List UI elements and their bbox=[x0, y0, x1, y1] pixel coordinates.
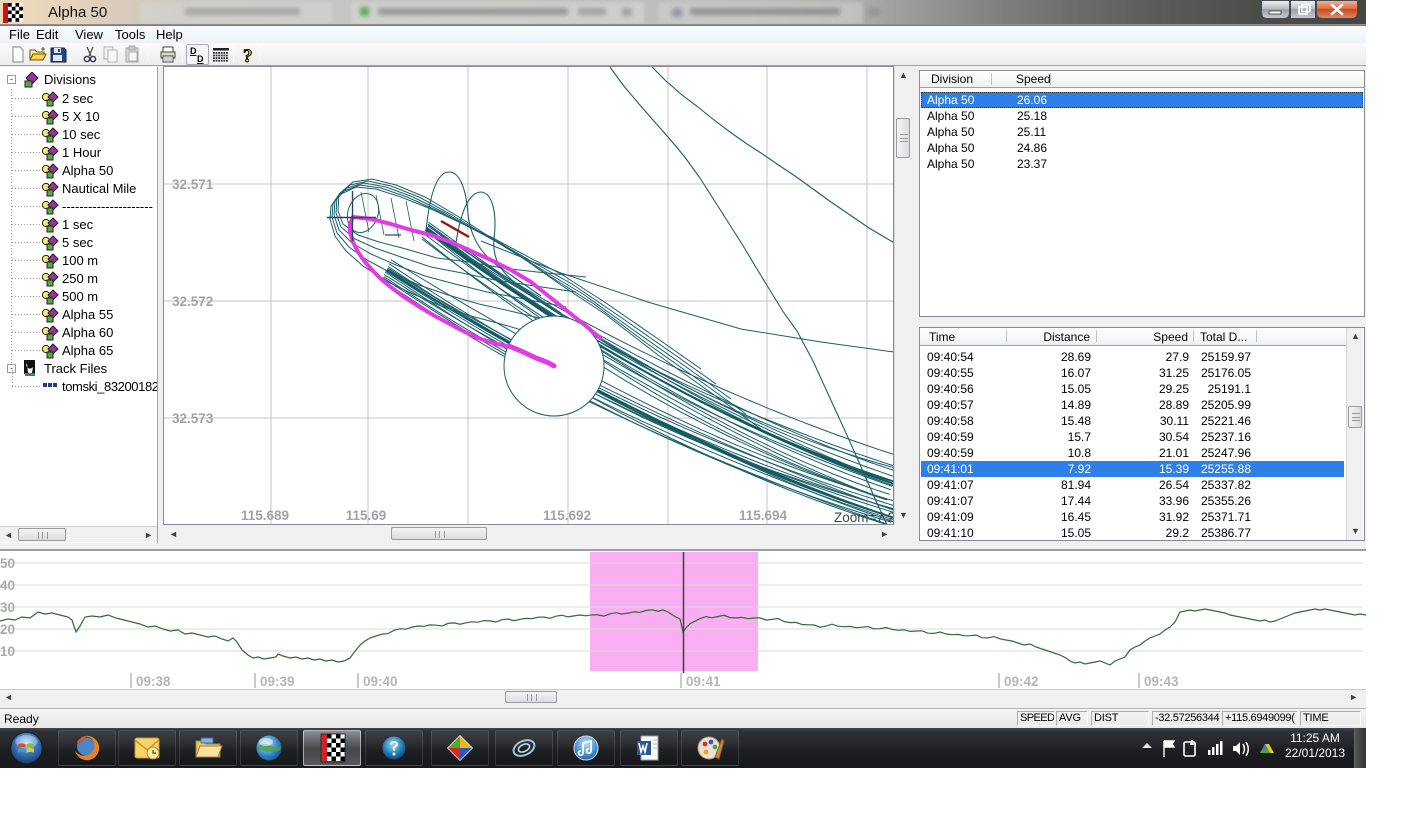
svg-text:09:42: 09:42 bbox=[1004, 674, 1039, 689]
svg-text:09:41: 09:41 bbox=[686, 674, 721, 689]
svg-text:09:40: 09:40 bbox=[363, 674, 398, 689]
svg-text:09:39: 09:39 bbox=[260, 674, 295, 689]
svg-text:32.572: 32.572 bbox=[172, 294, 213, 309]
svg-text:20: 20 bbox=[0, 622, 15, 637]
svg-text:Zoom=7.2: Zoom=7.2 bbox=[834, 510, 893, 524]
svg-text:D: D bbox=[197, 54, 204, 64]
svg-text:30: 30 bbox=[0, 600, 15, 615]
svg-text:?: ? bbox=[243, 46, 253, 64]
svg-text:32.571: 32.571 bbox=[172, 177, 214, 192]
svg-text:09:43: 09:43 bbox=[1144, 674, 1179, 689]
svg-text:10: 10 bbox=[0, 644, 15, 659]
svg-text:32.573: 32.573 bbox=[172, 411, 214, 426]
svg-text:115.69: 115.69 bbox=[346, 508, 387, 523]
svg-text:115.689: 115.689 bbox=[241, 508, 289, 523]
svg-text:40: 40 bbox=[0, 578, 15, 593]
svg-text:09:38: 09:38 bbox=[136, 674, 171, 689]
svg-text:50: 50 bbox=[0, 556, 15, 571]
svg-text:115.694: 115.694 bbox=[739, 508, 788, 523]
svg-text:D: D bbox=[190, 46, 197, 56]
svg-text:115.692: 115.692 bbox=[543, 508, 591, 523]
